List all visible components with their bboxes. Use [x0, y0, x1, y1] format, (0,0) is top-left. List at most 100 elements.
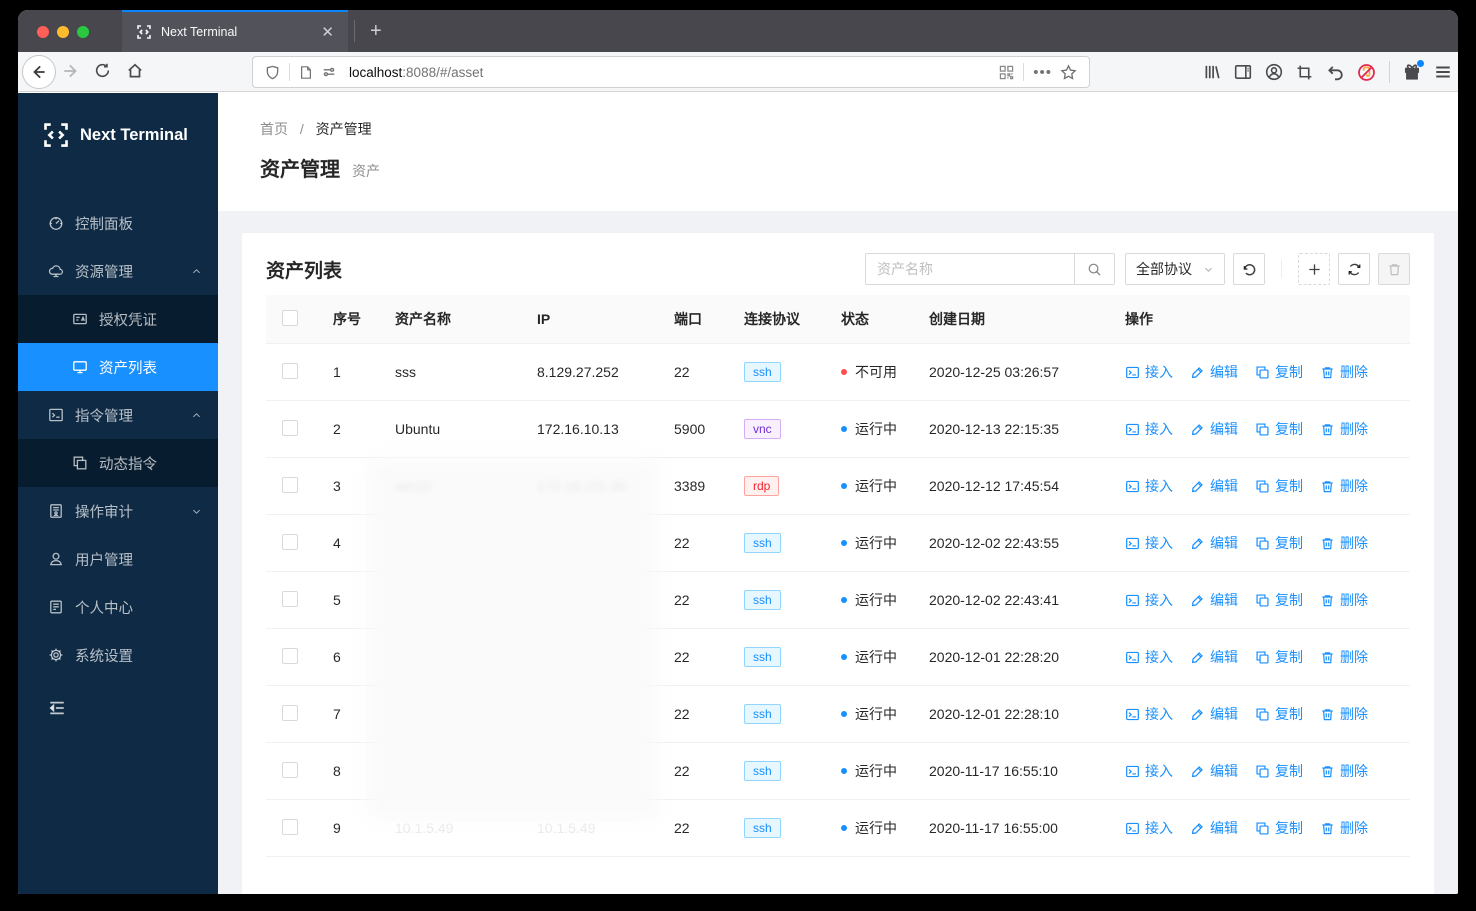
copy-link[interactable]: 复制: [1255, 647, 1303, 667]
window-minimize-button[interactable]: [57, 26, 69, 38]
delete-link[interactable]: 删除: [1320, 533, 1368, 553]
row-checkbox[interactable]: [282, 362, 298, 379]
access-link[interactable]: 接入: [1125, 476, 1173, 496]
delete-link[interactable]: 删除: [1320, 590, 1368, 610]
sidebar-item-label: 操作审计: [75, 504, 133, 521]
access-link[interactable]: 接入: [1125, 704, 1173, 724]
edit-link[interactable]: 编辑: [1190, 362, 1238, 382]
app-logo[interactable]: Next Terminal: [18, 93, 218, 157]
sidebar-item-6[interactable]: 操作审计: [18, 487, 218, 535]
library-icon[interactable]: [1203, 63, 1221, 81]
access-link[interactable]: 接入: [1125, 590, 1173, 610]
access-link[interactable]: 接入: [1125, 761, 1173, 781]
edit-link[interactable]: 编辑: [1190, 419, 1238, 439]
new-tab-button[interactable]: +: [362, 19, 390, 43]
delete-link[interactable]: 删除: [1320, 704, 1368, 724]
copy-link[interactable]: 复制: [1255, 533, 1303, 553]
whats-new-gift-icon[interactable]: [1403, 60, 1424, 81]
search-input[interactable]: [866, 254, 1074, 284]
sidebar-item-7[interactable]: 用户管理: [18, 535, 218, 583]
delete-link[interactable]: 删除: [1320, 761, 1368, 781]
shield-icon[interactable]: [265, 65, 280, 80]
select-all-checkbox[interactable]: [282, 309, 298, 326]
sidebar-item-3[interactable]: 资产列表: [18, 343, 218, 391]
access-link[interactable]: 接入: [1125, 647, 1173, 667]
row-checkbox[interactable]: [282, 761, 298, 778]
row-checkbox[interactable]: [282, 818, 298, 835]
copy-link[interactable]: 复制: [1255, 818, 1303, 838]
undo-arrow-icon[interactable]: [1326, 63, 1344, 81]
row-checkbox[interactable]: [282, 704, 298, 721]
home-button[interactable]: [126, 62, 144, 80]
breadcrumb-home-link[interactable]: 首页: [260, 121, 288, 137]
sidebar-item-5[interactable]: 动态指令: [18, 439, 218, 487]
window-close-button[interactable]: [37, 26, 49, 38]
sidebars-icon[interactable]: [1234, 63, 1252, 81]
edit-link[interactable]: 编辑: [1190, 704, 1238, 724]
edit-link[interactable]: 编辑: [1190, 647, 1238, 667]
edit-link[interactable]: 编辑: [1190, 476, 1238, 496]
access-link[interactable]: 接入: [1125, 818, 1173, 838]
access-link[interactable]: 接入: [1125, 362, 1173, 382]
access-link[interactable]: 接入: [1125, 533, 1173, 553]
qr-scan-icon[interactable]: [999, 65, 1014, 80]
copy-link[interactable]: 复制: [1255, 362, 1303, 382]
copy-link[interactable]: 复制: [1255, 476, 1303, 496]
content-blocking-icon[interactable]: [1357, 63, 1376, 82]
sidebar-item-8[interactable]: 个人中心: [18, 583, 218, 631]
url-bar[interactable]: localhost:8088/#/asset •••: [252, 56, 1090, 88]
permissions-icon[interactable]: [321, 65, 337, 79]
sidebar-collapse-button[interactable]: [18, 685, 218, 717]
add-asset-button[interactable]: [1298, 253, 1330, 285]
sidebar-item-0[interactable]: 控制面板: [18, 199, 218, 247]
window-zoom-button[interactable]: [77, 26, 89, 38]
edit-link[interactable]: 编辑: [1190, 761, 1238, 781]
edit-link[interactable]: 编辑: [1190, 533, 1238, 553]
copy-link[interactable]: 复制: [1255, 761, 1303, 781]
delete-link[interactable]: 删除: [1320, 818, 1368, 838]
protocol-badge: ssh: [744, 362, 781, 382]
sidebar-item-9[interactable]: 系统设置: [18, 631, 218, 679]
search-button[interactable]: [1074, 254, 1114, 284]
sidebar-item-4[interactable]: 指令管理: [18, 391, 218, 439]
bookmark-star-icon[interactable]: [1060, 63, 1077, 81]
forward-button[interactable]: [62, 62, 80, 80]
page-info-icon[interactable]: [299, 65, 313, 80]
account-icon[interactable]: [1265, 63, 1283, 81]
row-checkbox[interactable]: [282, 647, 298, 664]
undo-filter-button[interactable]: [1233, 253, 1265, 285]
refresh-button[interactable]: [1338, 253, 1370, 285]
back-button[interactable]: [22, 55, 56, 89]
copy-link[interactable]: 复制: [1255, 704, 1303, 724]
next-terminal-logo-icon: [42, 121, 70, 149]
row-checkbox[interactable]: [282, 533, 298, 550]
access-link[interactable]: 接入: [1125, 419, 1173, 439]
url-divider: [1023, 63, 1025, 81]
action-label: 复制: [1275, 421, 1303, 437]
row-checkbox[interactable]: [282, 419, 298, 436]
url-text[interactable]: localhost:8088/#/asset: [349, 65, 995, 80]
screenshot-icon[interactable]: [1296, 64, 1313, 81]
page-actions-icon[interactable]: •••: [1033, 64, 1052, 81]
sidebar-item-1[interactable]: 资源管理: [18, 247, 218, 295]
delete-icon: [1320, 536, 1335, 551]
browser-tab[interactable]: Next Terminal ✕: [122, 10, 348, 52]
menu-icon[interactable]: [1434, 63, 1452, 81]
protocol-filter-select[interactable]: 全部协议: [1125, 253, 1225, 285]
tab-close-icon[interactable]: ✕: [317, 23, 338, 42]
delete-link[interactable]: 删除: [1320, 362, 1368, 382]
reload-button[interactable]: [94, 62, 111, 79]
edit-link[interactable]: 编辑: [1190, 818, 1238, 838]
delete-link[interactable]: 删除: [1320, 419, 1368, 439]
copy-link[interactable]: 复制: [1255, 419, 1303, 439]
edit-link[interactable]: 编辑: [1190, 590, 1238, 610]
chevron-down-icon: [1203, 264, 1214, 275]
code-icon: [48, 407, 64, 423]
delete-link[interactable]: 删除: [1320, 647, 1368, 667]
delete-link[interactable]: 删除: [1320, 476, 1368, 496]
row-checkbox[interactable]: [282, 476, 298, 493]
sidebar-item-2[interactable]: 授权凭证: [18, 295, 218, 343]
copy-link[interactable]: 复制: [1255, 590, 1303, 610]
row-checkbox[interactable]: [282, 590, 298, 607]
batch-delete-button[interactable]: [1378, 253, 1410, 285]
